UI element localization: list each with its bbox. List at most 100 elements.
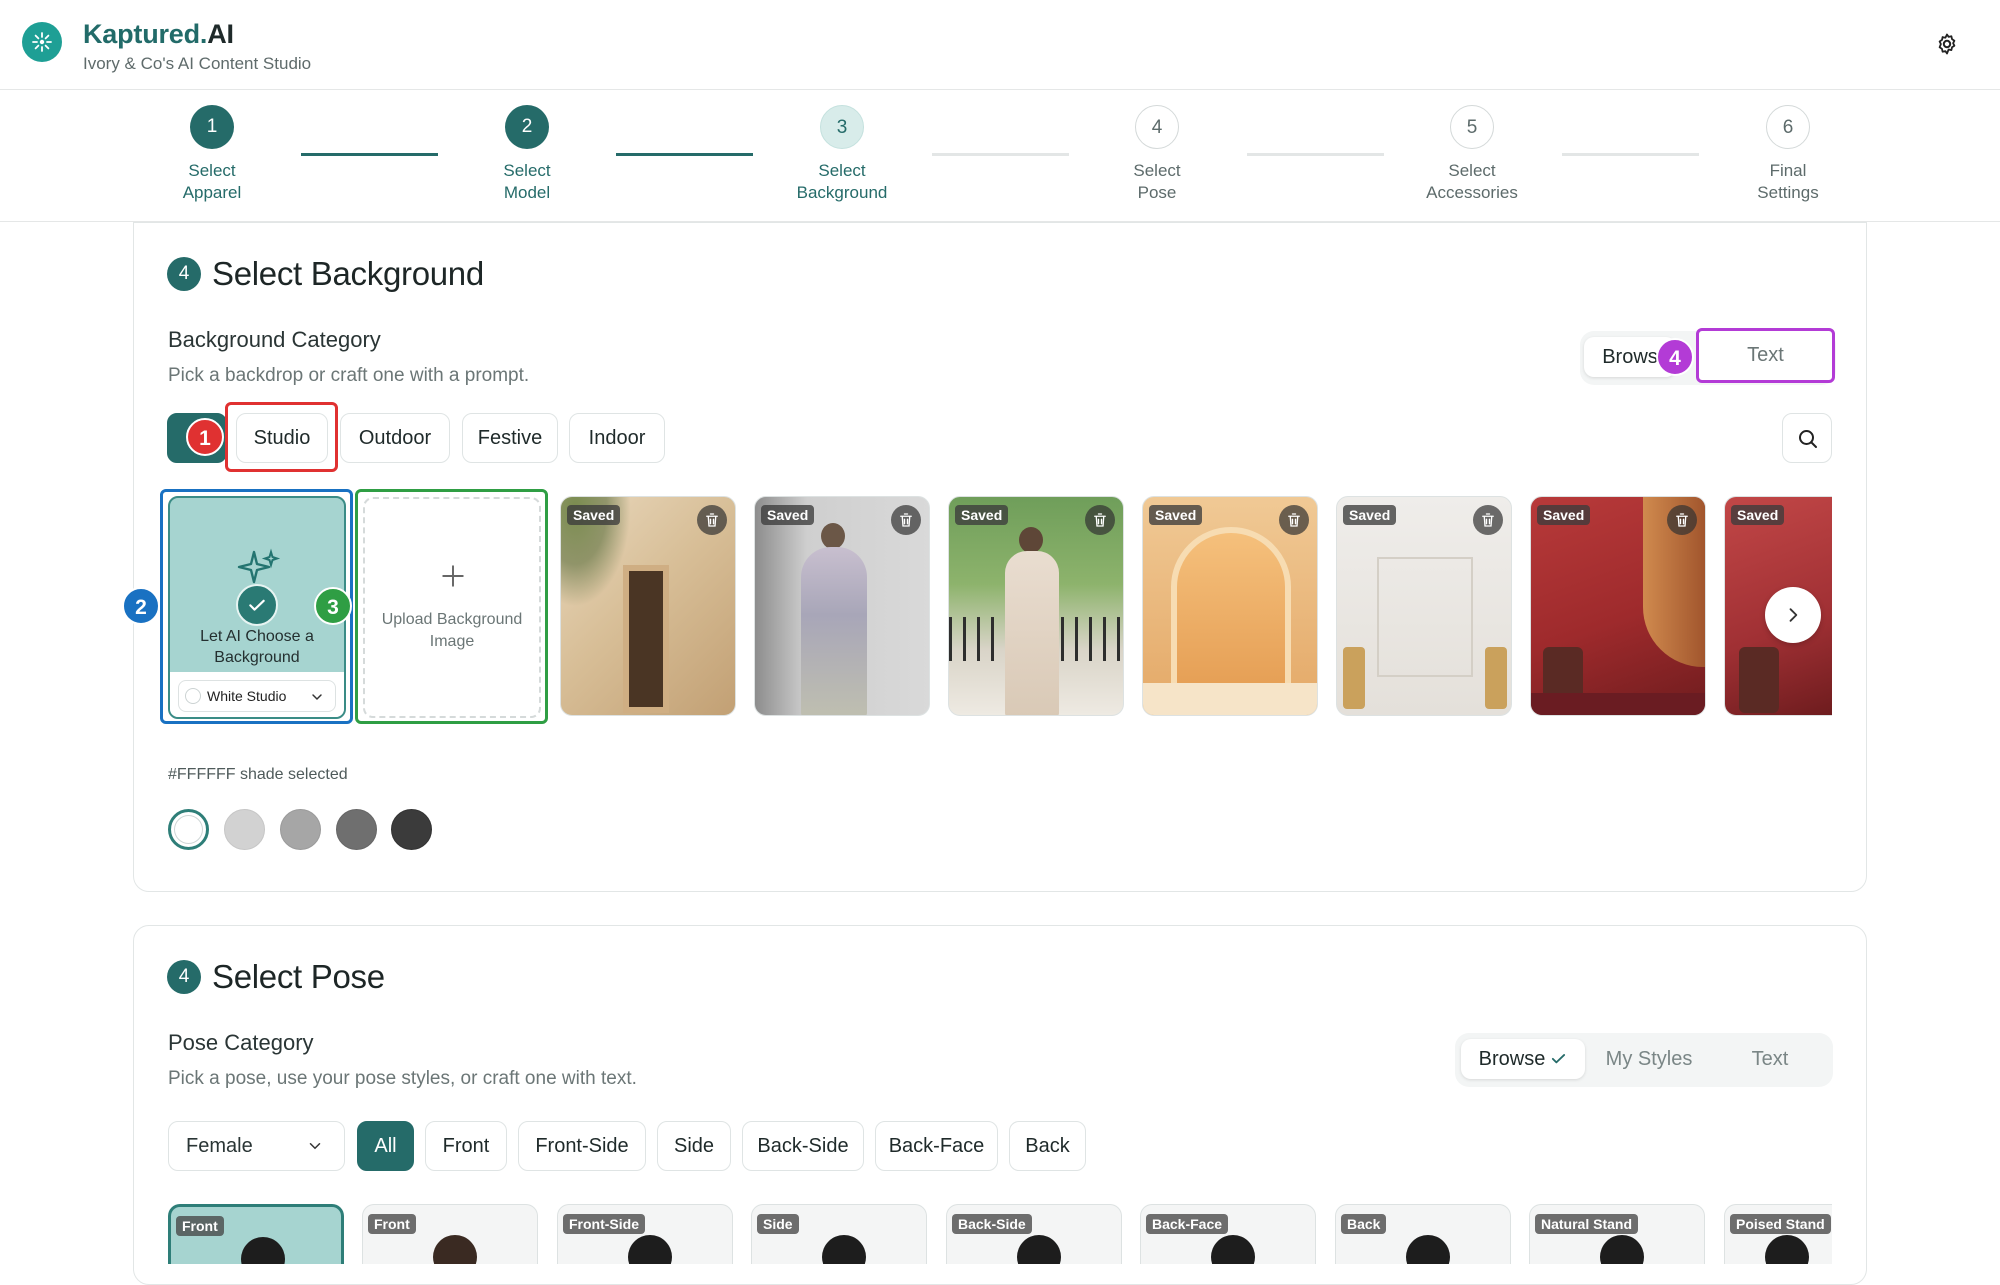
- trash-icon[interactable]: [1667, 505, 1697, 535]
- pose-tag: Front: [176, 1216, 224, 1236]
- chair-image: [1739, 647, 1779, 713]
- step-connector: [1562, 153, 1699, 156]
- saved-background-thumbnail[interactable]: Saved: [754, 496, 930, 716]
- gender-select[interactable]: Female: [168, 1121, 345, 1171]
- upload-label: Upload Background Image: [365, 609, 539, 653]
- annotation-marker-3: 3: [314, 587, 352, 625]
- saved-background-thumbnail[interactable]: Saved: [948, 496, 1124, 716]
- pose-tag: Back-Side: [952, 1214, 1032, 1234]
- mode-text[interactable]: Text: [1713, 1039, 1827, 1079]
- brand-main: Kaptured.: [83, 19, 208, 49]
- pose-tile[interactable]: Poised Stand: [1724, 1204, 1832, 1264]
- step-select-apparel[interactable]: 1 Select Apparel: [132, 105, 292, 204]
- shade-swatch-charcoal[interactable]: [391, 809, 432, 850]
- trash-icon[interactable]: [1279, 505, 1309, 535]
- step-connector: [1247, 153, 1384, 156]
- step-select-background[interactable]: 3 Select Background: [762, 105, 922, 204]
- annotation-marker-1: 1: [186, 418, 224, 456]
- background-category-title: Background Category: [168, 327, 381, 352]
- mode-my-styles[interactable]: My Styles: [1589, 1039, 1709, 1079]
- upload-label-line2: Image: [429, 633, 475, 650]
- step-number: 1: [190, 105, 234, 149]
- shade-swatch-white[interactable]: [168, 809, 209, 850]
- pose-category-description: Pick a pose, use your pose styles, or cr…: [168, 1068, 637, 1089]
- saved-background-thumbnail[interactable]: Saved: [560, 496, 736, 716]
- chip-side[interactable]: Side: [657, 1121, 731, 1171]
- step-label: Select Accessories: [1392, 160, 1552, 204]
- model-head-image: [821, 523, 845, 549]
- step-label: Select Model: [447, 160, 607, 204]
- step-select-accessories[interactable]: 5 Select Accessories: [1392, 105, 1552, 204]
- pose-tag: Back-Face: [1146, 1214, 1229, 1234]
- step-select-pose[interactable]: 4 Select Pose: [1077, 105, 1237, 204]
- trash-icon[interactable]: [891, 505, 921, 535]
- saved-background-thumbnail[interactable]: Saved: [1142, 496, 1318, 716]
- shade-swatch-dark-gray[interactable]: [336, 809, 377, 850]
- mode-browse[interactable]: Browse: [1461, 1039, 1585, 1079]
- step-label-line2: Model: [503, 183, 551, 202]
- chip-outdoor[interactable]: Outdoor: [340, 413, 450, 463]
- chip-back-side[interactable]: Back-Side: [742, 1121, 864, 1171]
- ai-tile-label-line1: Let AI Choose a: [200, 628, 314, 645]
- section-number-badge: 4: [167, 960, 201, 994]
- brand-ai: AI: [207, 19, 234, 49]
- chip-back[interactable]: Back: [1009, 1121, 1086, 1171]
- step-label-line2: Apparel: [182, 183, 242, 202]
- trash-icon[interactable]: [1085, 505, 1115, 535]
- step-number: 5: [1450, 105, 1494, 149]
- pose-tile[interactable]: Front: [362, 1204, 538, 1264]
- step-label-line1: Select: [188, 161, 236, 180]
- step-connector: [301, 153, 438, 156]
- shade-selected-text: #FFFFFF shade selected: [168, 766, 348, 783]
- pose-tile[interactable]: Back-Side: [946, 1204, 1122, 1264]
- plus-icon: [442, 565, 464, 587]
- background-type-select[interactable]: White Studio: [178, 680, 336, 712]
- step-label: Select Pose: [1077, 160, 1237, 204]
- step-label-line2: Settings: [1757, 183, 1819, 202]
- chip-studio[interactable]: Studio: [236, 413, 328, 463]
- pose-mode-toggle: Browse My Styles Text: [1455, 1033, 1833, 1087]
- gender-select-value: Female: [186, 1135, 253, 1157]
- step-number: 6: [1766, 105, 1810, 149]
- upload-label-line1: Upload Background: [381, 611, 523, 628]
- step-label-line1: Select: [1133, 161, 1181, 180]
- shade-swatch-gray[interactable]: [280, 809, 321, 850]
- chip-indoor[interactable]: Indoor: [569, 413, 665, 463]
- upload-background-tile[interactable]: Upload Background Image: [363, 497, 541, 718]
- mode-text[interactable]: Text: [1696, 328, 1835, 383]
- ai-tile-footer: White Studio: [170, 672, 344, 717]
- saved-background-thumbnail[interactable]: Saved: [1530, 496, 1706, 716]
- chip-front-side[interactable]: Front-Side: [518, 1121, 646, 1171]
- chip-back-face[interactable]: Back-Face: [875, 1121, 998, 1171]
- pose-tile[interactable]: Natural Stand: [1529, 1204, 1705, 1264]
- floor-image: [1143, 683, 1317, 715]
- sparkle-wand-icon[interactable]: [22, 22, 62, 62]
- gear-icon[interactable]: [1935, 32, 1959, 56]
- pose-tile[interactable]: Back-Face: [1140, 1204, 1316, 1264]
- trash-icon[interactable]: [1473, 505, 1503, 535]
- step-label-line2: Accessories: [1426, 183, 1518, 202]
- step-label-line1: Select: [503, 161, 551, 180]
- ai-tile-label-line2: Background: [214, 649, 300, 666]
- chip-all[interactable]: All: [357, 1121, 414, 1171]
- saved-badge: Saved: [1149, 505, 1203, 525]
- step-number: 2: [505, 105, 549, 149]
- step-label-line1: Select: [1448, 161, 1496, 180]
- pose-tile[interactable]: Front: [168, 1204, 344, 1264]
- step-select-model[interactable]: 2 Select Model: [447, 105, 607, 204]
- model-saree-image: [1005, 551, 1059, 715]
- saved-background-thumbnail[interactable]: Saved: [1336, 496, 1512, 716]
- chip-festive[interactable]: Festive: [462, 413, 558, 463]
- pose-tile[interactable]: Front-Side: [557, 1204, 733, 1264]
- trash-icon[interactable]: [697, 505, 727, 535]
- carousel-next-button[interactable]: [1765, 587, 1821, 643]
- pose-tile[interactable]: Side: [751, 1204, 927, 1264]
- pose-tag: Natural Stand: [1535, 1214, 1639, 1234]
- step-label: Final Settings: [1708, 160, 1868, 204]
- pose-tile[interactable]: Back: [1335, 1204, 1511, 1264]
- shade-swatch-light-gray[interactable]: [224, 809, 265, 850]
- saved-badge: Saved: [1731, 505, 1785, 525]
- step-final-settings[interactable]: 6 Final Settings: [1708, 105, 1868, 204]
- search-button[interactable]: [1782, 413, 1832, 463]
- chip-front[interactable]: Front: [425, 1121, 507, 1171]
